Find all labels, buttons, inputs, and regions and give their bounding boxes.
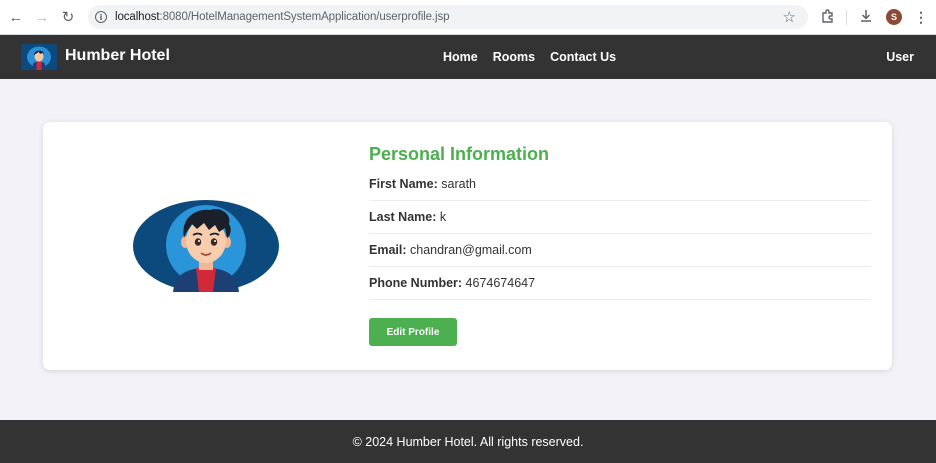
site-navbar: Humber Hotel Home Rooms Contact Us User (0, 35, 936, 79)
nav-link-contact-us[interactable]: Contact Us (550, 50, 616, 64)
nav-user-menu[interactable]: User (886, 50, 914, 64)
section-title: Personal Information (369, 144, 550, 164)
nav-link-home[interactable]: Home (443, 50, 478, 64)
site-footer: © 2024 Humber Hotel. All rights reserved… (0, 420, 936, 463)
phone-number-value: 4674674647 (465, 276, 536, 290)
first-name-row: First Name: sarath (369, 177, 871, 201)
reload-icon[interactable]: ↻ (59, 8, 77, 26)
edit-profile-button[interactable]: Edit Profile (369, 318, 457, 346)
field-label: Last Name: (369, 210, 437, 224)
brand-logo[interactable] (21, 44, 57, 70)
bookmark-star-icon[interactable]: ☆ (783, 8, 796, 26)
profile-card: Personal Information First Name: sarath … (43, 122, 892, 370)
back-arrow-icon[interactable]: ← (7, 8, 25, 26)
nav-link-rooms[interactable]: Rooms (493, 50, 535, 64)
browser-toolbar: ← → ↻ i localhost:8080/HotelManagementSy… (0, 0, 936, 35)
field-label: Email: (369, 243, 407, 257)
url-text[interactable]: localhost:8080/HotelManagementSystemAppl… (115, 11, 450, 23)
site-info-icon[interactable]: i (95, 11, 107, 23)
toolbar-divider (846, 10, 847, 25)
address-bar[interactable]: i localhost:8080/HotelManagementSystemAp… (88, 5, 808, 29)
brand-name[interactable]: Humber Hotel (65, 47, 170, 65)
profile-avatar-image (133, 200, 279, 292)
field-label: Phone Number: (369, 276, 463, 290)
email-row: Email: chandran@gmail.com (369, 234, 871, 267)
first-name-value: sarath (441, 177, 477, 191)
menu-kebab-icon[interactable]: ⋮ (914, 8, 928, 26)
forward-arrow-icon[interactable]: → (33, 8, 51, 26)
nav-links: Home Rooms Contact Us (443, 50, 616, 64)
browser-profile-avatar[interactable]: S (886, 9, 902, 25)
download-icon[interactable] (858, 8, 874, 28)
last-name-value: k (439, 210, 447, 224)
email-value: chandran@gmail.com (410, 243, 532, 257)
last-name-row: Last Name: k (369, 201, 871, 234)
footer-copyright: © 2024 Humber Hotel. All rights reserved… (352, 434, 584, 449)
phone-number-row: Phone Number: 4674674647 (369, 267, 871, 300)
extensions-icon[interactable] (820, 8, 836, 28)
field-label: First Name: (369, 177, 438, 191)
personal-information-section: Personal Information First Name: sarath … (369, 144, 871, 346)
